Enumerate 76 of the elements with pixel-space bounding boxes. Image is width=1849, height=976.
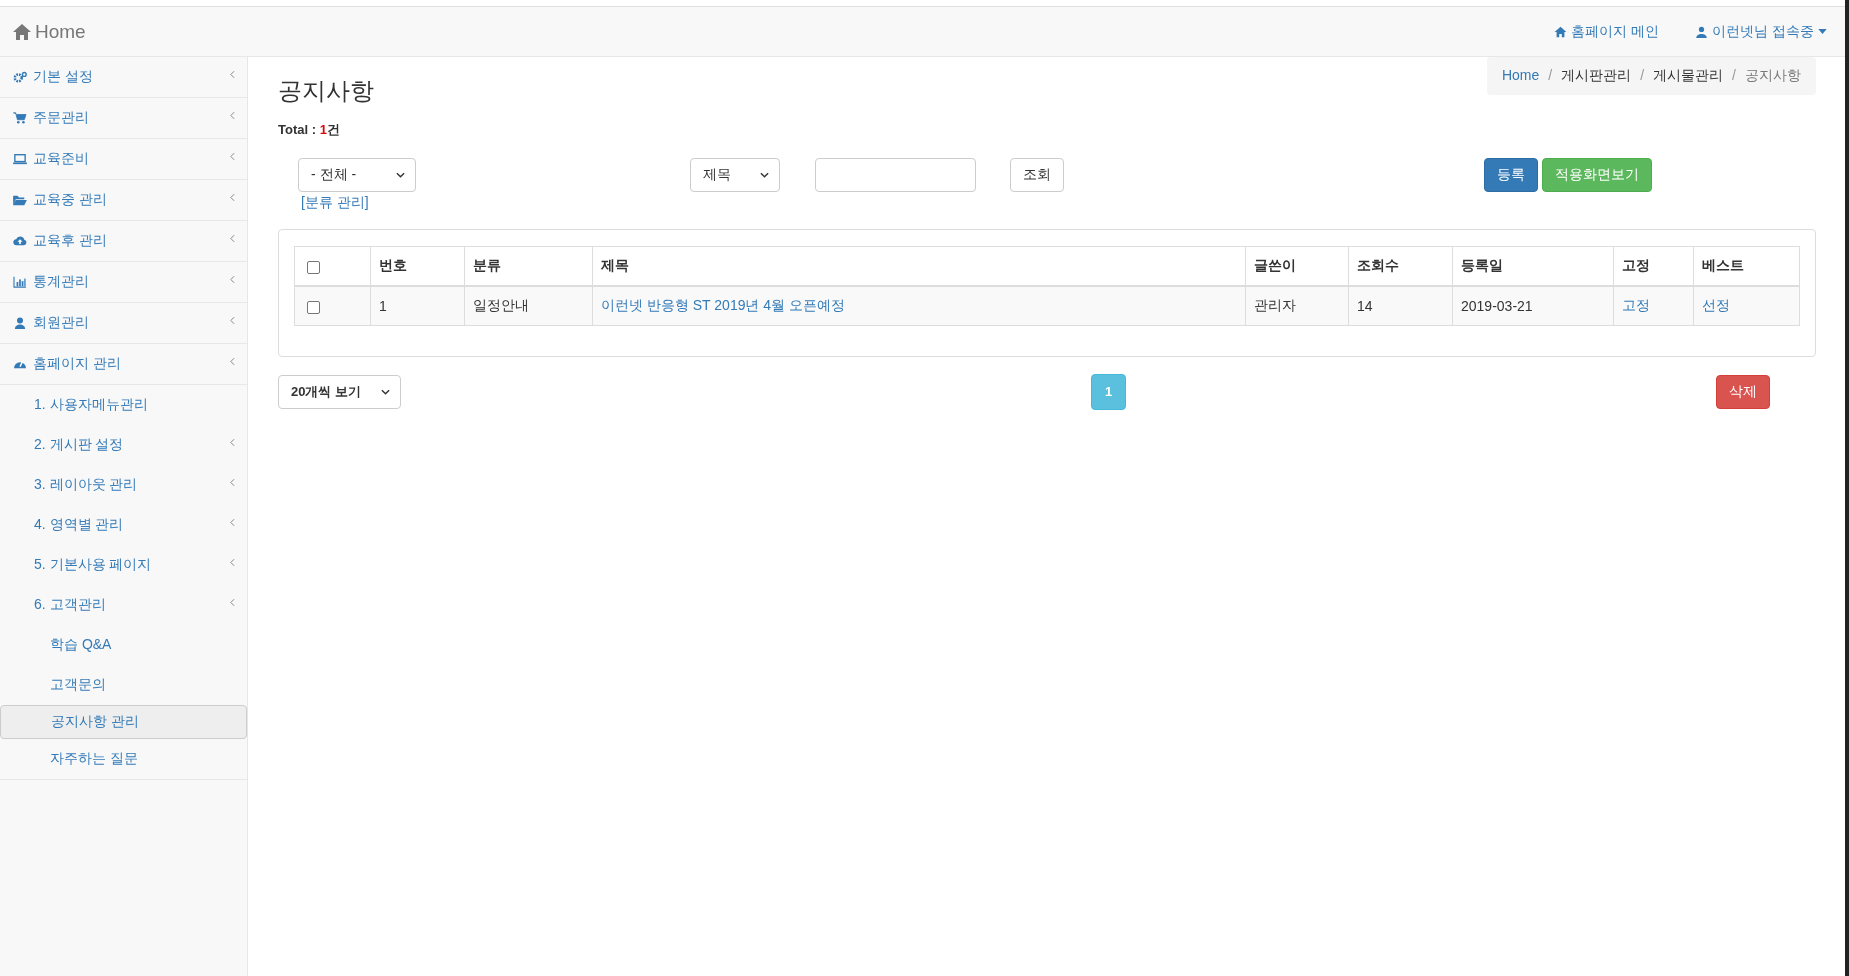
table-cell: 14 [1348,286,1453,326]
sidebar-item[interactable]: 자주하는 질문 [0,739,247,779]
sidebar-item[interactable]: 통계관리 [0,262,247,303]
sidebar-item[interactable]: 6. 고객관리 [0,585,247,625]
chevron-left-icon [230,477,235,487]
breadcrumb-item: 게시물관리 [1653,67,1724,85]
chevron-left-icon [230,274,235,284]
select-all-checkbox[interactable] [307,260,320,274]
laptop-icon [13,153,27,165]
chevron-left-icon [230,315,235,325]
sidebar-item[interactable]: 홈페이지 관리 [0,344,247,385]
table-cell: 관리자 [1245,286,1349,326]
sidebar-item[interactable]: 3. 레이아웃 관리 [0,465,247,505]
category-select[interactable]: - 전체 - [298,158,416,192]
breadcrumb-item: 게시판관리 [1561,67,1632,85]
chevron-left-icon [230,233,235,243]
navbar-link[interactable]: 이런넷님 접속중 [1695,22,1827,41]
user-icon [1695,25,1709,38]
row-checkbox[interactable] [307,300,320,314]
chevron-left-icon [230,110,235,120]
chevron-left-icon [230,517,235,527]
pin-link[interactable]: 고정 [1622,297,1650,313]
category-manage-link[interactable]: [분류 관리] [301,194,690,212]
delete-button[interactable]: 삭제 [1716,375,1770,409]
breadcrumb-separator: / [1640,67,1645,85]
chevron-left-icon [230,151,235,161]
house-icon [12,22,32,41]
chevron-left-icon [230,597,235,607]
table-cell: 1 [370,286,465,326]
sidebar-item[interactable]: 학습 Q&A [0,625,247,665]
chevron-down-icon [396,172,405,178]
cloud-upload-icon [13,235,27,247]
user-icon [13,317,27,329]
sidebar-item[interactable]: 회원관리 [0,303,247,344]
best-link[interactable]: 선정 [1702,297,1730,313]
breadcrumb-separator: / [1548,67,1553,85]
sidebar-item[interactable]: 고객문의 [0,665,247,705]
cart-icon [13,112,27,124]
chevron-down-icon [381,389,390,395]
sidebar-item[interactable]: 2. 게시판 설정 [0,425,247,465]
folder-icon [13,194,27,206]
search-button[interactable]: 조회 [1010,158,1064,192]
sidebar-item[interactable]: 교육후 관리 [0,221,247,262]
search-input[interactable] [815,158,976,192]
sidebar-item[interactable]: 공지사항 관리 [0,705,247,739]
breadcrumb-separator: / [1732,67,1736,85]
post-title-link[interactable]: 이런넷 반응형 ST 2019년 4월 오픈예정 [601,297,845,313]
sidebar-item[interactable]: 5. 기본사용 페이지 [0,545,247,585]
chevron-left-icon [230,356,235,366]
sidebar-item[interactable]: 1. 사용자메뉴관리 [0,385,247,425]
house-icon [1554,25,1568,38]
table-cell: 2019-03-21 [1452,286,1614,326]
navbar-link[interactable]: 홈페이지 메인 [1554,22,1660,41]
chevron-left-icon [230,69,235,79]
page-title: 공지사항 [278,76,374,106]
breadcrumb-item: 공지사항 [1745,67,1801,85]
total-count: Total : 1건 [278,121,341,139]
chevron-left-icon [230,557,235,567]
breadcrumb-link[interactable]: Home [1501,67,1540,85]
search-field-select[interactable]: 제목 [690,158,780,192]
sidebar-item[interactable]: 교육준비 [0,139,247,180]
home-link[interactable]: Home [12,20,86,43]
page-size-select[interactable]: 20개씩 보기 [278,375,401,409]
sidebar-item[interactable]: 주문관리 [0,98,247,139]
chevron-down-icon [760,172,769,178]
preview-button[interactable]: 적용화면보기 [1542,158,1652,192]
sidebar-item[interactable]: 교육중 관리 [0,180,247,221]
sidebar-item[interactable]: 4. 영역별 관리 [0,505,247,545]
gears-icon [13,71,27,83]
sidebar-item[interactable]: 기본 설정 [0,57,247,98]
register-button[interactable]: 등록 [1484,158,1538,192]
chevron-left-icon [230,437,235,447]
table-cell: 일정안내 [464,286,593,326]
bar-chart-icon [13,276,27,288]
caret-icon [1818,29,1827,34]
chevron-left-icon [230,192,235,202]
